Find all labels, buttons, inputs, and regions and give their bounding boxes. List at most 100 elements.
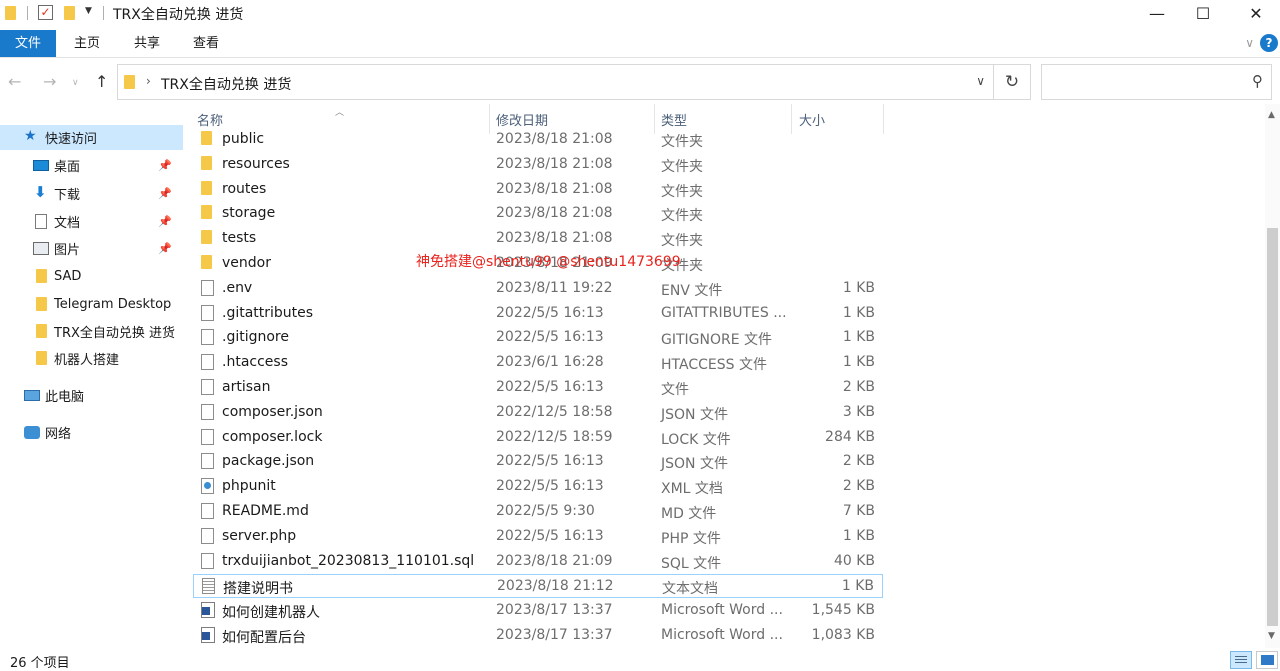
file-name: 如何配置后台 xyxy=(222,630,306,646)
sidebar-item-quick-access[interactable]: ★ 快速访问 xyxy=(0,125,183,150)
large-icons-view-icon xyxy=(1261,655,1274,665)
file-type: 文件夹 xyxy=(661,208,703,225)
table-row[interactable]: .htaccess 2023/6/1 16:28 HTACCESS 文件 1 KB xyxy=(193,351,883,375)
table-row[interactable]: public 2023/8/18 21:08 文件夹 xyxy=(193,128,883,152)
file-type: JSON 文件 xyxy=(661,456,728,473)
sidebar-item-label: 文档 xyxy=(54,216,81,231)
file-size: 2 KB xyxy=(842,453,875,470)
folder-icon xyxy=(201,180,212,195)
file-name: .gitattributes xyxy=(222,304,314,321)
sidebar-item-documents[interactable]: 文档 📌 xyxy=(0,209,183,234)
details-view-button[interactable] xyxy=(1230,651,1252,669)
pin-icon[interactable]: 📌 xyxy=(158,215,172,228)
file-modified-date: 2023/8/17 13:37 xyxy=(496,602,613,619)
file-size: 284 KB xyxy=(825,428,875,445)
table-row[interactable]: server.php 2022/5/5 16:13 PHP 文件 1 KB xyxy=(193,525,883,549)
breadcrumb[interactable]: TRX全自动兑换 进货 xyxy=(161,74,291,94)
address-bar[interactable]: › TRX全自动兑换 进货 ∨ xyxy=(117,64,994,100)
expand-ribbon-icon[interactable]: ∨ xyxy=(1245,36,1254,50)
refresh-button[interactable]: ↻ xyxy=(994,64,1031,100)
tab-home[interactable]: 主页 xyxy=(74,30,100,57)
close-button[interactable]: ✕ xyxy=(1233,0,1279,27)
large-icons-view-button[interactable] xyxy=(1256,651,1278,669)
file-type: Microsoft Word ... xyxy=(661,602,783,619)
sidebar-item-telegram-desktop[interactable]: Telegram Desktop xyxy=(0,292,183,317)
up-icon[interactable]: ↑ xyxy=(95,72,108,91)
pin-icon[interactable]: 📌 xyxy=(158,159,172,172)
sidebar-item-network[interactable]: 网络 xyxy=(0,420,183,445)
file-type: PHP 文件 xyxy=(661,530,721,547)
file-type: GITIGNORE 文件 xyxy=(661,332,773,349)
tab-view[interactable]: 查看 xyxy=(193,30,219,57)
sidebar-item-this-pc[interactable]: 此电脑 xyxy=(0,383,183,408)
sidebar-item-label: SAD xyxy=(54,269,82,284)
pin-icon[interactable]: 📌 xyxy=(158,242,172,255)
sidebar-item-downloads[interactable]: ⬇ 下载 📌 xyxy=(0,181,183,206)
table-row[interactable]: README.md 2022/5/5 9:30 MD 文件 7 KB xyxy=(193,500,883,524)
sidebar-item-desktop[interactable]: 桌面 📌 xyxy=(0,153,183,178)
desktop-icon xyxy=(33,160,49,171)
file-name: resources xyxy=(222,155,290,172)
chevron-down-icon[interactable]: ∨ xyxy=(976,74,985,88)
table-row[interactable]: composer.lock 2022/12/5 18:59 LOCK 文件 284 K… xyxy=(193,426,883,450)
sidebar-item-label: 网络 xyxy=(45,427,72,442)
maximize-button[interactable]: ☐ xyxy=(1180,0,1226,27)
sidebar-item-trx[interactable]: TRX全自动兑换 进货 xyxy=(0,319,183,344)
file-name: tests xyxy=(222,230,257,247)
table-row[interactable]: routes 2023/8/18 21:08 文件夹 xyxy=(193,178,883,202)
search-input[interactable]: ⚲ xyxy=(1041,64,1272,100)
folder-icon xyxy=(36,269,47,283)
table-row[interactable]: storage 2023/8/18 21:08 文件夹 xyxy=(193,202,883,226)
vertical-scrollbar[interactable]: ▲ ▼ xyxy=(1265,104,1280,648)
window-title: TRX全自动兑换 进货 xyxy=(113,7,244,23)
folder-icon xyxy=(124,75,135,89)
table-row[interactable]: .env 2023/8/11 19:22 ENV 文件 1 KB xyxy=(193,277,883,301)
watermark-text: 神免搭建@shentu99 @shentu1473699 xyxy=(416,254,681,270)
divider xyxy=(103,6,104,20)
search-icon[interactable]: ⚲ xyxy=(1252,72,1263,90)
tab-share[interactable]: 共享 xyxy=(134,30,160,57)
scroll-down-icon[interactable]: ▼ xyxy=(1268,631,1275,641)
customize-toolbar-icon[interactable]: ▼ xyxy=(85,6,92,16)
computer-icon xyxy=(24,390,40,401)
sidebar-item-bot-setup[interactable]: 机器人搭建 xyxy=(0,346,183,371)
file-size: 2 KB xyxy=(842,478,875,495)
tab-file[interactable]: 文件 xyxy=(0,30,56,57)
table-row[interactable]: phpunit 2022/5/5 16:13 XML 文档 2 KB xyxy=(193,475,883,499)
new-folder-icon[interactable] xyxy=(64,4,75,22)
minimize-button[interactable]: — xyxy=(1134,0,1180,27)
forward-icon[interactable]: → xyxy=(43,72,56,91)
help-icon[interactable]: ? xyxy=(1260,34,1278,52)
table-row[interactable]: 搭建说明书 2023/8/18 21:12 文本文档 1 KB xyxy=(193,574,883,599)
sidebar-item-sad[interactable]: SAD xyxy=(0,264,183,289)
properties-icon[interactable]: ✓ xyxy=(38,5,53,20)
file-modified-date: 2023/8/18 21:08 xyxy=(496,205,613,222)
back-icon[interactable]: ← xyxy=(8,72,21,91)
breadcrumb-separator[interactable]: › xyxy=(146,74,151,88)
pictures-icon xyxy=(33,242,49,255)
sidebar-item-label: Telegram Desktop xyxy=(54,297,172,312)
scrollbar-thumb[interactable] xyxy=(1267,228,1278,626)
recent-locations-icon[interactable]: ∨ xyxy=(72,78,79,88)
table-row[interactable]: trxduijianbot_20230813_110101.sql 2023/8/… xyxy=(193,550,883,574)
file-size: 1 KB xyxy=(842,329,875,346)
scroll-up-icon[interactable]: ▲ xyxy=(1268,110,1275,120)
folder-icon xyxy=(201,255,212,269)
table-row[interactable]: resources 2023/8/18 21:08 文件夹 xyxy=(193,153,883,177)
table-row[interactable]: composer.json 2022/12/5 18:58 JSON 文件 3 KB xyxy=(193,401,883,425)
table-row[interactable]: tests 2023/8/18 21:08 文件夹 xyxy=(193,227,883,251)
table-row[interactable]: 如何配置后台 2023/8/17 13:37 Microsoft Word ... 1… xyxy=(193,624,883,648)
file-modified-date: 2022/5/5 16:13 xyxy=(496,379,604,395)
table-row[interactable]: .gitignore 2022/5/5 16:13 GITIGNORE 文件 1 KB xyxy=(193,326,883,350)
table-row[interactable]: .gitattributes 2022/5/5 16:13 GITATTRIBUTE… xyxy=(193,302,883,326)
table-row[interactable]: artisan 2022/5/5 16:13 文件 2 KB xyxy=(193,376,883,400)
sidebar-item-label: 机器人搭建 xyxy=(54,353,120,368)
file-size: 1 KB xyxy=(842,304,875,321)
table-row[interactable]: package.json 2022/5/5 16:13 JSON 文件 2 KB xyxy=(193,450,883,474)
pin-icon[interactable]: 📌 xyxy=(158,187,172,200)
file-name: 如何创建机器人 xyxy=(222,605,320,622)
table-row[interactable]: 如何创建机器人 2023/8/17 13:37 Microsoft Word ...… xyxy=(193,599,883,623)
file-type: 文件夹 xyxy=(661,158,703,175)
column-divider[interactable] xyxy=(883,104,884,134)
sidebar-item-pictures[interactable]: 图片 📌 xyxy=(0,236,183,261)
